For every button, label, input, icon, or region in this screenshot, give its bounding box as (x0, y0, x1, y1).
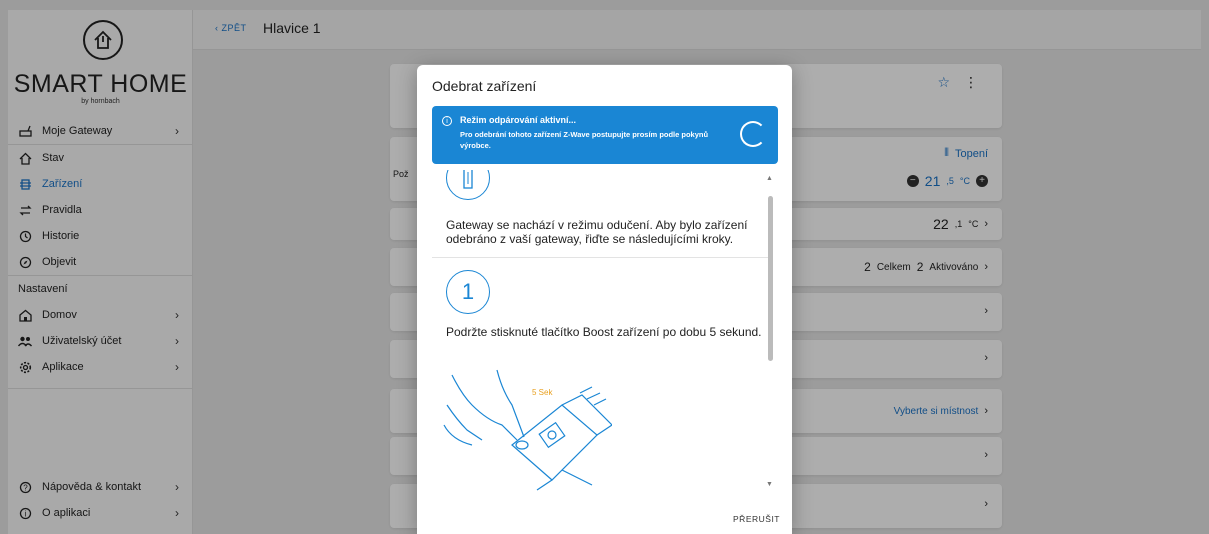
alert-text: Pro odebrání tohoto zařízení Z-Wave post… (460, 130, 709, 150)
alert-title: Režim odpárování aktivní... (460, 115, 577, 125)
abort-button[interactable]: PŘERUŠIT (733, 514, 780, 524)
scroll-down-arrow-icon[interactable]: ▼ (766, 481, 773, 488)
scrollbar-thumb[interactable] (768, 196, 773, 361)
step-number-badge: 1 (446, 270, 490, 314)
device-step-icon (446, 170, 490, 200)
info-icon: i (442, 116, 452, 126)
exclusion-mode-alert: i Režim odpárování aktivní... Pro odebrá… (432, 106, 778, 164)
thermostat-boost-illustration: 5 Sek (442, 365, 613, 495)
dialog-title: Odebrat zařízení (432, 78, 537, 94)
scroll-up-arrow-icon[interactable]: ▲ (766, 175, 773, 182)
step-1-text: Podržte stisknuté tlačítko Boost zařízen… (446, 325, 762, 339)
illustration-label: 5 Sek (532, 388, 553, 397)
loading-spinner-icon (740, 121, 766, 147)
remove-device-dialog: Odebrat zařízení i Režim odpárování akti… (417, 65, 792, 534)
intro-text: Gateway se nachází v režimu odučení. Aby… (446, 218, 748, 246)
instructions-scroll-area[interactable]: Gateway se nachází v režimu odučení. Aby… (432, 170, 778, 496)
